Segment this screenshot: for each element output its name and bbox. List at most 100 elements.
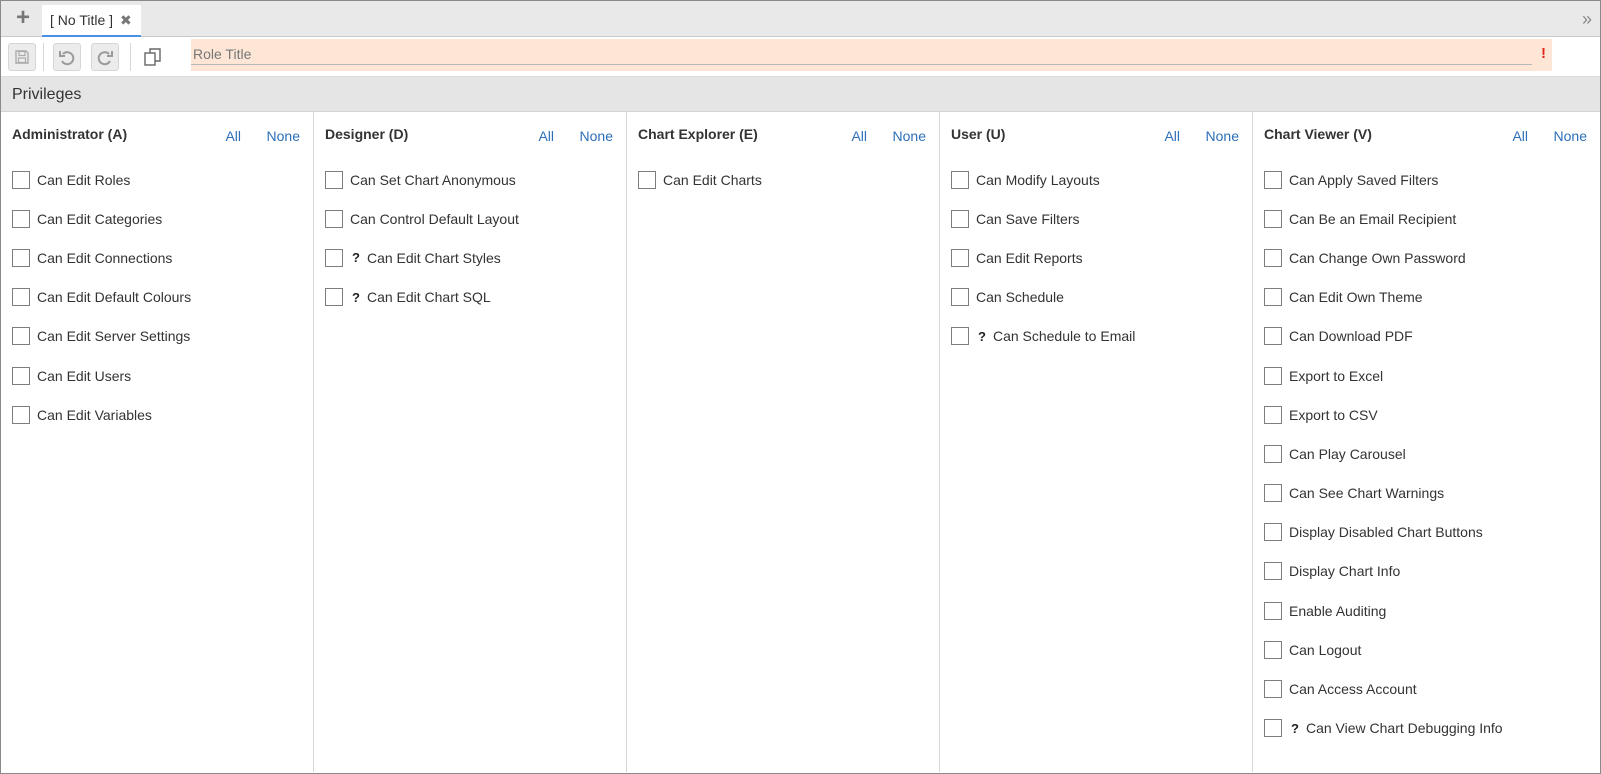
privilege-checkbox[interactable] [951,288,969,307]
role-title-input[interactable] [191,43,1532,65]
select-all-link[interactable]: All [538,128,554,144]
select-all-link[interactable]: All [1164,128,1180,144]
privilege-item: Can See Chart Warnings [1253,474,1600,513]
privilege-item: Can Edit Reports [940,238,1252,277]
column-header: User (U) All None [940,124,1252,148]
select-all-link[interactable]: All [225,128,241,144]
privilege-checkbox[interactable] [638,170,656,189]
close-icon[interactable]: ✖ [120,12,132,29]
select-none-link[interactable]: None [580,128,613,144]
tab-bar: + [ No Title ] ✖ » [1,1,1600,37]
privilege-item: ? Can Schedule to Email [940,317,1252,356]
privilege-item: Can Logout [1253,630,1600,669]
privilege-checkbox[interactable] [325,248,343,267]
privilege-checkbox[interactable] [1264,170,1282,189]
tab-overflow-icon[interactable]: » [1582,9,1592,30]
privilege-item: Display Disabled Chart Buttons [1253,513,1600,552]
select-all-link[interactable]: All [851,128,867,144]
privilege-checkbox[interactable] [1264,680,1282,699]
privilege-list: Can Apply Saved Filters Can Be an Email R… [1253,160,1600,748]
privilege-item: Can Save Filters [940,199,1252,238]
privilege-label: Can Apply Saved Filters [1289,171,1439,188]
privilege-item: ? Can Edit Chart Styles [314,238,626,277]
privilege-checkbox[interactable] [1264,405,1282,424]
privilege-checkbox[interactable] [1264,209,1282,228]
privilege-item: Can Modify Layouts [940,160,1252,199]
privilege-checkbox[interactable] [1264,523,1282,542]
column-header: Chart Viewer (V) All None [1253,124,1600,148]
privilege-checkbox[interactable] [1264,484,1282,503]
privilege-item: Can Be an Email Recipient [1253,199,1600,238]
help-icon[interactable]: ? [978,329,986,344]
redo-button[interactable] [91,43,119,71]
privilege-item: Can Download PDF [1253,317,1600,356]
privilege-label: Export to CSV [1289,406,1378,423]
privilege-checkbox[interactable] [12,327,30,346]
privilege-checkbox[interactable] [325,209,343,228]
privilege-label: Can Edit Charts [663,171,762,188]
privilege-checkbox[interactable] [1264,366,1282,385]
privilege-label: Can Modify Layouts [976,171,1100,188]
privilege-checkbox[interactable] [1264,640,1282,659]
privilege-label: Can See Chart Warnings [1289,485,1445,502]
select-none-link[interactable]: None [893,128,926,144]
privilege-item: Can Edit Categories [1,199,313,238]
privilege-checkbox[interactable] [12,366,30,385]
privilege-checkbox[interactable] [1264,444,1282,463]
help-icon[interactable]: ? [1291,721,1299,736]
privilege-checkbox[interactable] [951,170,969,189]
select-none-link[interactable]: None [1554,128,1587,144]
undo-button[interactable] [53,43,81,71]
column-title: Chart Viewer (V) [1264,126,1372,142]
privilege-checkbox[interactable] [1264,248,1282,267]
column-header: Chart Explorer (E) All None [627,124,939,148]
privilege-item: Can Edit Users [1,356,313,395]
privilege-checkbox[interactable] [1264,719,1282,738]
save-button[interactable] [8,43,36,71]
privilege-list: Can Edit Roles Can Edit Categories Can Edi… [1,160,313,434]
copy-button[interactable] [139,43,167,71]
column-title: Designer (D) [325,126,409,142]
tab-active[interactable]: [ No Title ] ✖ [42,5,141,37]
privilege-checkbox[interactable] [325,288,343,307]
privilege-item: Can Edit Charts [627,160,939,199]
privilege-label: Can Access Account [1289,681,1417,698]
select-all-link[interactable]: All [1512,128,1528,144]
privilege-checkbox[interactable] [12,170,30,189]
toolbar-divider [130,43,131,71]
privilege-checkbox[interactable] [1264,562,1282,581]
help-icon[interactable]: ? [352,290,360,305]
privilege-item: Can Edit Default Colours [1,278,313,317]
privilege-item: Can Edit Connections [1,238,313,277]
privilege-checkbox[interactable] [951,209,969,228]
privilege-label: Can Edit Variables [37,406,152,423]
privilege-column: Chart Explorer (E) All None Can Edit Charts [627,112,940,772]
privilege-list: Can Edit Charts [627,160,939,199]
privilege-checkbox[interactable] [12,209,30,228]
privilege-label: Can Play Carousel [1289,445,1406,462]
add-tab-icon[interactable]: + [12,6,34,30]
privilege-checkbox[interactable] [951,327,969,346]
privilege-label: Export to Excel [1289,367,1384,384]
copy-icon [144,48,161,66]
privilege-checkbox[interactable] [1264,327,1282,346]
privilege-checkbox[interactable] [12,248,30,267]
help-icon[interactable]: ? [352,250,360,265]
privilege-checkbox[interactable] [951,248,969,267]
select-none-link[interactable]: None [1206,128,1239,144]
privilege-checkbox[interactable] [1264,288,1282,307]
privilege-checkbox[interactable] [12,288,30,307]
privilege-label: Can Set Chart Anonymous [350,171,516,188]
privilege-checkbox[interactable] [1264,601,1282,620]
privilege-label: Can Edit Reports [976,249,1083,266]
select-none-link[interactable]: None [267,128,300,144]
privilege-item: Can Edit Roles [1,160,313,199]
privilege-column: User (U) All None Can Modify Layouts Can Sav… [940,112,1253,772]
column-header: Designer (D) All None [314,124,626,148]
privilege-checkbox[interactable] [325,170,343,189]
privilege-checkbox[interactable] [12,405,30,424]
column-title: Chart Explorer (E) [638,126,758,142]
privilege-label: Can Be an Email Recipient [1289,210,1457,227]
privilege-item: Can Access Account [1253,669,1600,708]
privilege-label: Can Edit Own Theme [1289,289,1423,306]
